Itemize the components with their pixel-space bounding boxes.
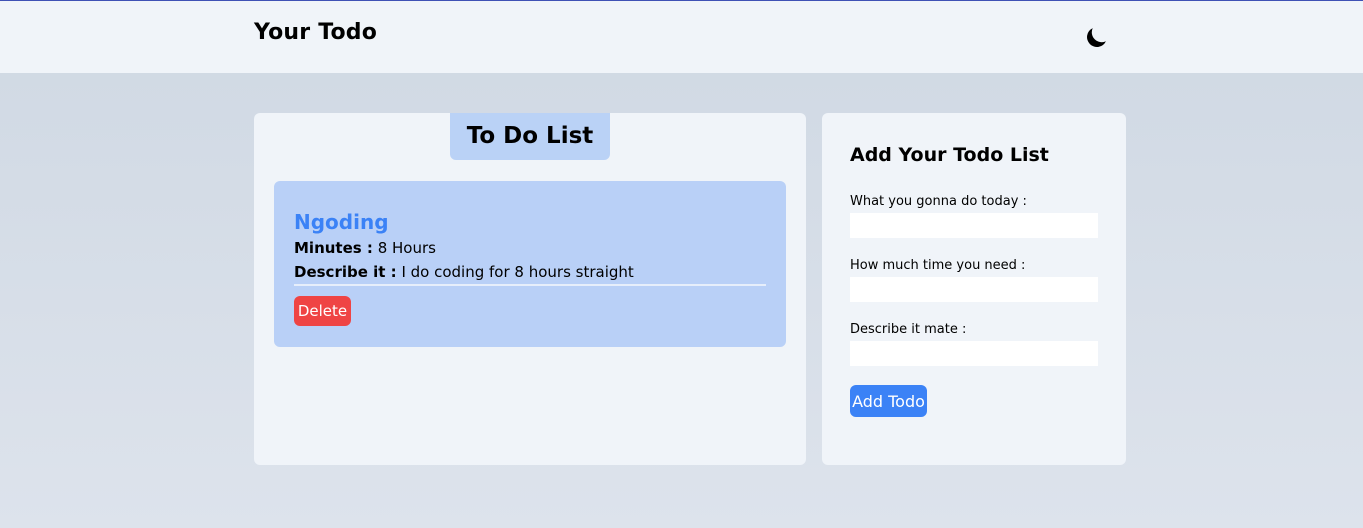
todo-item-title: Ngoding bbox=[294, 210, 389, 234]
todo-item: Ngoding Minutes : 8 Hours Describe it : … bbox=[274, 181, 786, 347]
describe-label: Describe it : bbox=[294, 263, 397, 281]
task-name-input[interactable] bbox=[850, 213, 1098, 238]
minutes-value: 8 Hours bbox=[377, 239, 436, 257]
todo-list-card: To Do List Ngoding Minutes : 8 Hours Des… bbox=[254, 113, 806, 465]
describe-value: I do coding for 8 hours straight bbox=[401, 263, 634, 281]
description-input[interactable] bbox=[850, 341, 1098, 366]
dark-mode-toggle[interactable] bbox=[1082, 24, 1110, 52]
form-title: Add Your Todo List bbox=[850, 144, 1049, 166]
navbar: Your Todo bbox=[0, 1, 1363, 73]
add-todo-button[interactable]: Add Todo bbox=[850, 385, 927, 417]
time-needed-input[interactable] bbox=[850, 277, 1098, 302]
delete-button[interactable]: Delete bbox=[294, 296, 351, 326]
description-label: Describe it mate : bbox=[850, 322, 967, 337]
todo-item-divider bbox=[294, 284, 766, 286]
todo-item-description: Describe it : I do coding for 8 hours st… bbox=[294, 263, 634, 281]
time-needed-label: How much time you need : bbox=[850, 258, 1026, 273]
brand-title: Your Todo bbox=[254, 20, 378, 45]
moon-icon bbox=[1087, 28, 1106, 47]
todo-list-heading: To Do List bbox=[450, 113, 610, 160]
task-name-label: What you gonna do today : bbox=[850, 194, 1027, 209]
minutes-label: Minutes : bbox=[294, 239, 373, 257]
todo-item-minutes: Minutes : 8 Hours bbox=[294, 239, 436, 257]
add-todo-form: Add Your Todo List What you gonna do tod… bbox=[822, 113, 1126, 465]
